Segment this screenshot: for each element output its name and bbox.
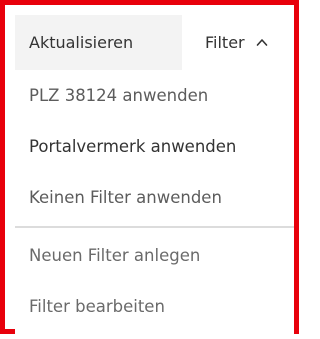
highlight-frame: Aktualisieren Filter PLZ 38124 anwenden … xyxy=(0,0,299,339)
menu-item-label: Portalvermerk anwenden xyxy=(29,137,237,156)
refresh-button-label: Aktualisieren xyxy=(29,33,134,52)
menu-item-plz-filter[interactable]: PLZ 38124 anwenden xyxy=(15,70,294,121)
menu-item-label: PLZ 38124 anwenden xyxy=(29,86,209,105)
menu-item-portalvermerk-filter[interactable]: Portalvermerk anwenden xyxy=(15,121,294,172)
menu-item-label: Neuen Filter anlegen xyxy=(29,246,201,265)
filter-menu: PLZ 38124 anwenden Portalvermerk anwende… xyxy=(15,70,294,332)
filter-toggle-button[interactable]: Filter xyxy=(185,15,294,70)
menu-item-label: Filter bearbeiten xyxy=(29,297,165,316)
menu-item-new-filter[interactable]: Neuen Filter anlegen xyxy=(15,230,294,281)
chevron-up-icon xyxy=(256,39,268,46)
filter-button-label: Filter xyxy=(205,33,245,52)
dropdown-header: Aktualisieren Filter xyxy=(15,15,294,70)
refresh-button[interactable]: Aktualisieren xyxy=(15,15,185,70)
menu-item-no-filter[interactable]: Keinen Filter anwenden xyxy=(15,172,294,223)
filter-dropdown-panel: Aktualisieren Filter PLZ 38124 anwenden … xyxy=(15,15,294,339)
menu-item-label: Keinen Filter anwenden xyxy=(29,188,222,207)
menu-divider xyxy=(15,226,294,228)
menu-item-edit-filter[interactable]: Filter bearbeiten xyxy=(15,281,294,332)
